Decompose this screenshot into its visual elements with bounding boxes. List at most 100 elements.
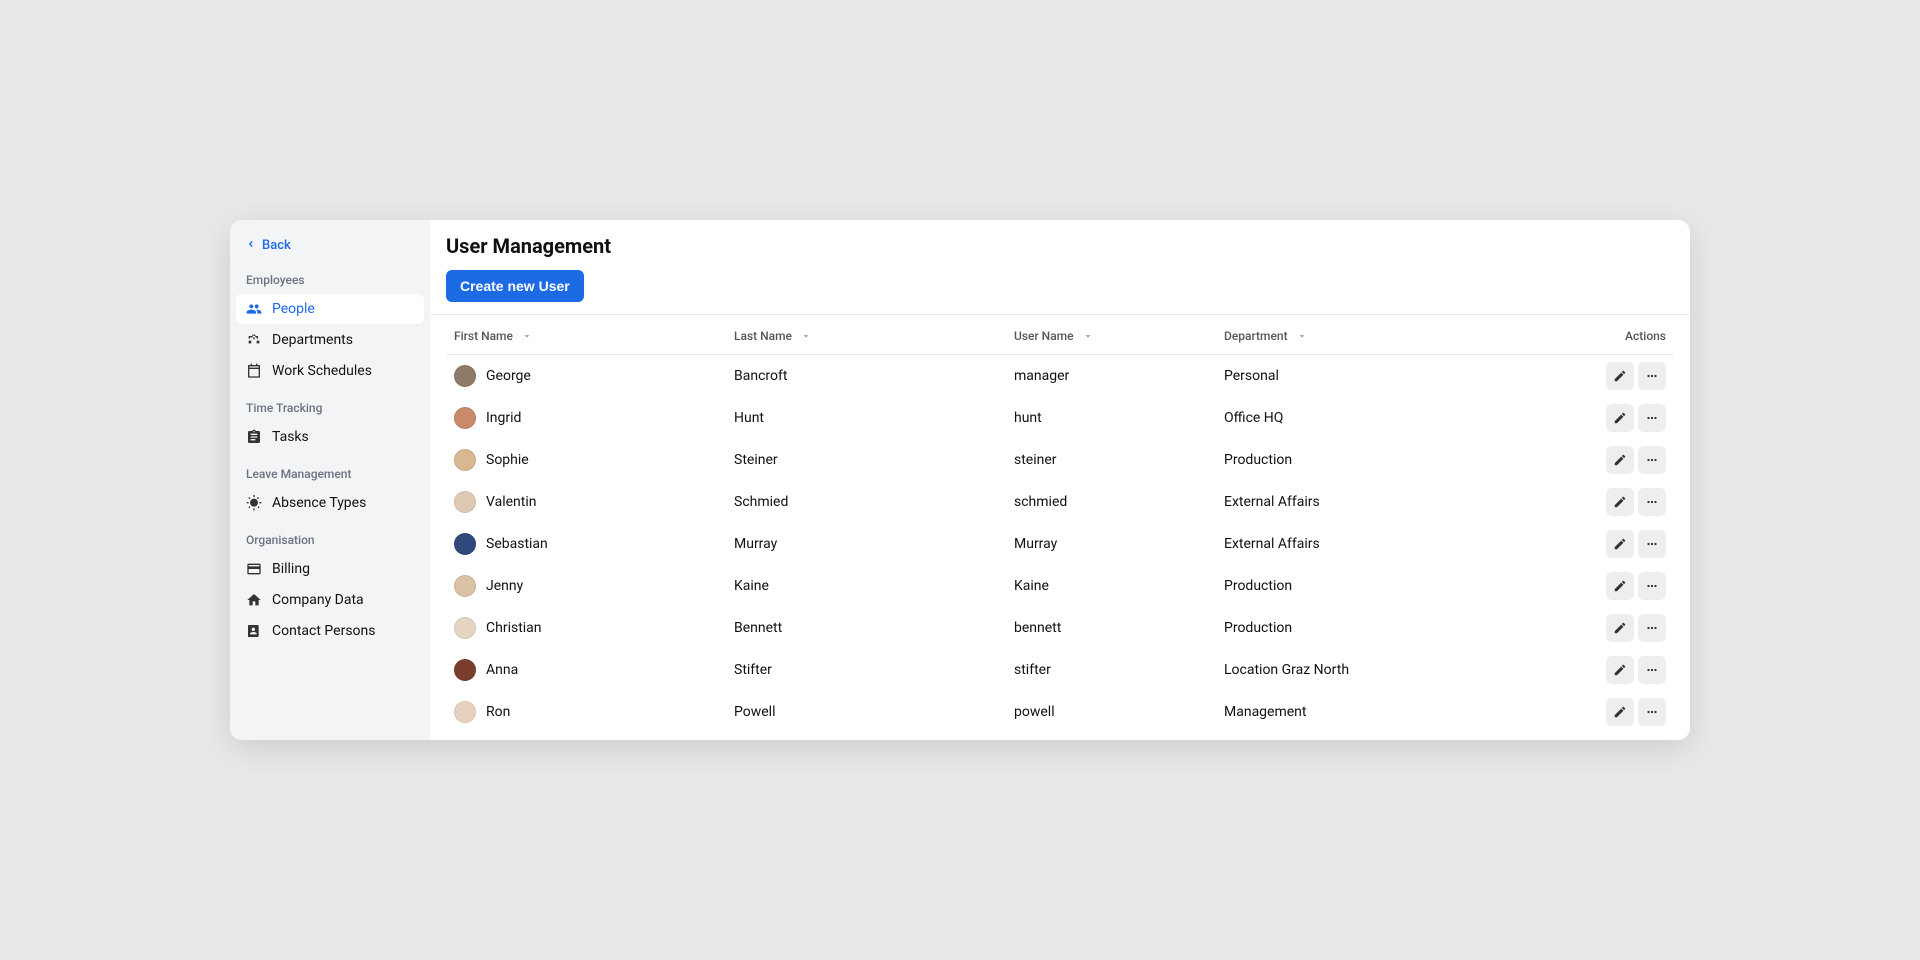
avatar bbox=[454, 449, 476, 471]
col-label: Department bbox=[1224, 329, 1288, 343]
create-user-button[interactable]: Create new User bbox=[446, 270, 584, 302]
sidebar-item-company-data[interactable]: Company Data bbox=[236, 585, 424, 615]
people-icon bbox=[246, 301, 262, 317]
home-icon bbox=[246, 592, 262, 608]
sidebar-item-people[interactable]: People bbox=[236, 294, 424, 324]
cell-last-name: Murray bbox=[734, 536, 777, 552]
pencil-icon bbox=[1613, 411, 1627, 425]
table-row: IngridHunthuntOffice HQ bbox=[446, 397, 1674, 439]
sidebar-section-label: Time Tracking bbox=[236, 387, 424, 421]
sort-arrow-icon bbox=[1083, 330, 1093, 344]
cell-last-name: Powell bbox=[734, 704, 775, 720]
avatar bbox=[454, 659, 476, 681]
edit-button[interactable] bbox=[1606, 404, 1634, 432]
cell-last-name: Hunt bbox=[734, 410, 764, 426]
sort-arrow-icon bbox=[1297, 330, 1307, 344]
sidebar-item-billing[interactable]: Billing bbox=[236, 554, 424, 584]
avatar bbox=[454, 575, 476, 597]
cell-user-name: manager bbox=[1014, 368, 1069, 384]
back-label: Back bbox=[262, 238, 291, 253]
sort-arrow-icon bbox=[522, 330, 532, 344]
more-button[interactable] bbox=[1638, 446, 1666, 474]
sidebar-section-label: Organisation bbox=[236, 519, 424, 553]
sidebar-item-label: Work Schedules bbox=[272, 363, 372, 379]
tree-icon bbox=[246, 332, 262, 348]
dots-icon bbox=[1645, 537, 1659, 551]
chevron-left-icon bbox=[246, 238, 256, 253]
cell-department: External Affairs bbox=[1224, 494, 1320, 510]
more-button[interactable] bbox=[1638, 404, 1666, 432]
col-department[interactable]: Department bbox=[1216, 315, 1574, 354]
pencil-icon bbox=[1613, 579, 1627, 593]
col-last-name[interactable]: Last Name bbox=[726, 315, 1006, 354]
sidebar-item-tasks[interactable]: Tasks bbox=[236, 422, 424, 452]
pencil-icon bbox=[1613, 369, 1627, 383]
edit-button[interactable] bbox=[1606, 530, 1634, 558]
edit-button[interactable] bbox=[1606, 656, 1634, 684]
sidebar-section-label: Leave Management bbox=[236, 453, 424, 487]
calendar-icon bbox=[246, 363, 262, 379]
user-table: First Name Last Name User Name bbox=[446, 315, 1674, 740]
dots-icon bbox=[1645, 621, 1659, 635]
col-label: First Name bbox=[454, 329, 513, 343]
page-title: User Management bbox=[446, 234, 1674, 258]
more-button[interactable] bbox=[1638, 698, 1666, 726]
main-header: User Management Create new User bbox=[430, 220, 1690, 315]
back-link[interactable]: Back bbox=[236, 232, 424, 259]
main-panel: User Management Create new User First Na… bbox=[430, 220, 1690, 740]
cell-first-name: Ron bbox=[486, 704, 510, 720]
more-button[interactable] bbox=[1638, 572, 1666, 600]
sidebar-item-work-schedules[interactable]: Work Schedules bbox=[236, 356, 424, 386]
sidebar-item-absence-types[interactable]: Absence Types bbox=[236, 488, 424, 518]
cell-user-name: schmied bbox=[1014, 494, 1067, 510]
more-button[interactable] bbox=[1638, 656, 1666, 684]
dots-icon bbox=[1645, 495, 1659, 509]
edit-button[interactable] bbox=[1606, 488, 1634, 516]
cell-first-name: Ingrid bbox=[486, 410, 521, 426]
table-row: ChristianBennettbennettProduction bbox=[446, 607, 1674, 649]
col-label: User Name bbox=[1014, 329, 1074, 343]
avatar bbox=[454, 407, 476, 429]
edit-button[interactable] bbox=[1606, 362, 1634, 390]
cell-last-name: Bancroft bbox=[734, 368, 787, 384]
more-button[interactable] bbox=[1638, 362, 1666, 390]
avatar bbox=[454, 365, 476, 387]
table-row: GeorgeBancroftmanagerPersonal bbox=[446, 354, 1674, 397]
cell-department: Production bbox=[1224, 578, 1292, 594]
cell-user-name: bennett bbox=[1014, 620, 1061, 636]
edit-button[interactable] bbox=[1606, 698, 1634, 726]
cell-user-name: steiner bbox=[1014, 452, 1057, 468]
col-user-name[interactable]: User Name bbox=[1006, 315, 1216, 354]
sidebar-item-label: Departments bbox=[272, 332, 353, 348]
cell-last-name: Bennett bbox=[734, 620, 782, 636]
cell-user-name: stifter bbox=[1014, 662, 1051, 678]
edit-button[interactable] bbox=[1606, 572, 1634, 600]
dots-icon bbox=[1645, 663, 1659, 677]
avatar bbox=[454, 491, 476, 513]
cell-first-name: Valentin bbox=[486, 494, 537, 510]
more-button[interactable] bbox=[1638, 488, 1666, 516]
table-row: SophieSteinersteinerProduction bbox=[446, 439, 1674, 481]
cell-last-name: Steiner bbox=[734, 452, 778, 468]
table-row: JennyKaineKaineProduction bbox=[446, 565, 1674, 607]
more-button[interactable] bbox=[1638, 614, 1666, 642]
pencil-icon bbox=[1613, 537, 1627, 551]
table-row: JimCoxcoxProduction bbox=[446, 733, 1674, 740]
cell-last-name: Kaine bbox=[734, 578, 769, 594]
contact-icon bbox=[246, 623, 262, 639]
cell-user-name: Murray bbox=[1014, 536, 1057, 552]
sort-arrow-icon bbox=[801, 330, 811, 344]
user-table-wrapper: First Name Last Name User Name bbox=[430, 315, 1690, 740]
pencil-icon bbox=[1613, 453, 1627, 467]
cell-last-name: Schmied bbox=[734, 494, 788, 510]
sidebar-item-contact-persons[interactable]: Contact Persons bbox=[236, 616, 424, 646]
edit-button[interactable] bbox=[1606, 446, 1634, 474]
pencil-icon bbox=[1613, 663, 1627, 677]
more-button[interactable] bbox=[1638, 530, 1666, 558]
col-label: Actions bbox=[1625, 329, 1666, 343]
cell-department: Location Graz North bbox=[1224, 662, 1349, 678]
col-first-name[interactable]: First Name bbox=[446, 315, 726, 354]
cell-department: Management bbox=[1224, 704, 1306, 720]
sidebar-item-departments[interactable]: Departments bbox=[236, 325, 424, 355]
edit-button[interactable] bbox=[1606, 614, 1634, 642]
